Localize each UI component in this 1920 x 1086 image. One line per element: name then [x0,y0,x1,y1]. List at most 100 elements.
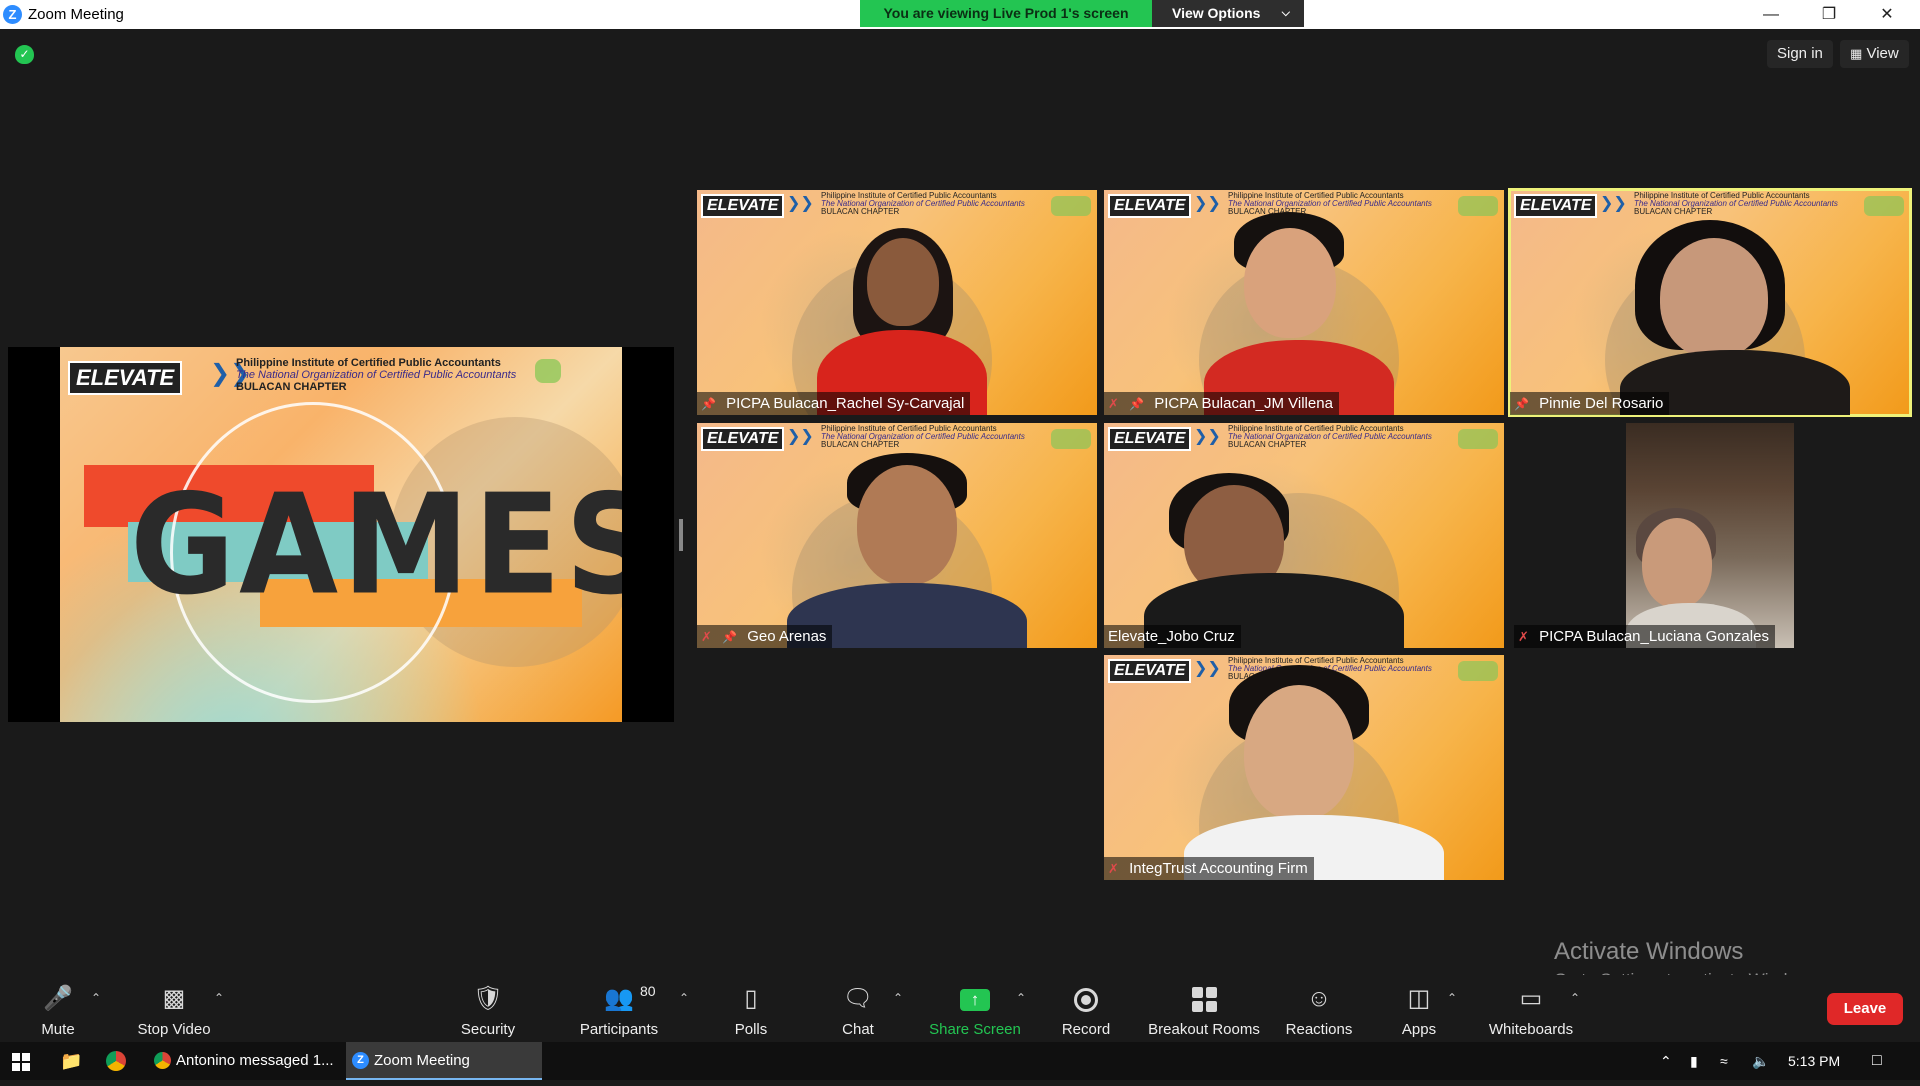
video-tile[interactable]: ELEVATE ❯❯ Philippine Institute of Certi… [697,190,1097,415]
encryption-shield-icon[interactable]: ✓ [15,45,34,64]
smiley-icon: ☺ [1306,985,1332,1012]
pin-icon: 📌 [701,397,716,411]
close-icon[interactable]: ✕ [1858,0,1916,29]
elevate-logo: ELEVATE [701,427,785,451]
mic-muted-icon: ✗ [1518,629,1529,644]
participant-video [1626,423,1794,648]
windows-start-icon[interactable] [12,1053,30,1071]
wifi-icon[interactable]: ≈ [1720,1042,1728,1080]
video-camera-icon: ▩ [162,985,186,1012]
panel-splitter-handle[interactable] [679,519,683,551]
meeting-toolbar: 🎤 Mute ⌃ ▩ Stop Video ⌃ 🛡 Security 👥 Par… [0,975,1920,1042]
record-button[interactable]: Record [1056,975,1116,1038]
minimize-icon[interactable]: — [1742,0,1800,29]
grid-view-icon: ▦ [1850,46,1863,61]
chat-options-caret-icon[interactable]: ⌃ [893,991,903,1005]
battery-icon[interactable]: ▮ [1690,1042,1698,1080]
share-options-caret-icon[interactable]: ⌃ [1016,991,1026,1005]
breakout-rooms-button[interactable]: Breakout Rooms [1144,975,1264,1038]
chrome-icon[interactable] [106,1042,128,1080]
video-options-caret-icon[interactable]: ⌃ [214,991,224,1005]
tray-chevron-up-icon[interactable]: ⌃ [1660,1042,1672,1080]
apps-button[interactable]: ◫ Apps [1396,975,1442,1038]
participant-count-badge: 80 [640,983,656,999]
pin-icon: 📌 [722,630,738,644]
participants-options-caret-icon[interactable]: ⌃ [679,991,689,1005]
mic-muted-icon: ✗ [701,629,712,644]
apps-options-caret-icon[interactable]: ⌃ [1447,991,1457,1005]
leave-button[interactable]: Leave [1827,993,1903,1025]
view-label: View [1866,45,1899,62]
share-screen-arrow-icon: ↑ [960,988,990,1011]
participant-name-tag: ✗ IntegTrust Accounting Firm [1104,857,1314,880]
zoom-icon: Z [3,5,22,24]
chrome-icon [154,1052,171,1069]
chat-button[interactable]: 🗨 Chat [832,975,884,1038]
mute-button[interactable]: 🎤 Mute [28,975,88,1038]
whiteboards-button[interactable]: ▭ Whiteboards [1484,975,1578,1038]
record-icon [1074,987,1098,1012]
view-button[interactable]: ▦ View [1840,40,1909,68]
picpa-logo: ❯❯ [787,428,814,445]
share-screen-button[interactable]: ↑ Share Screen [926,975,1024,1038]
video-tile[interactable]: ELEVATE ❯❯ Philippine Institute of Certi… [1104,190,1504,415]
chevron-down-icon: ⌵ [1281,7,1290,19]
video-tile[interactable]: ELEVATE ❯❯ Philippine Institute of Certi… [1104,423,1504,648]
volume-icon[interactable]: 🔈 [1752,1042,1769,1080]
video-tile[interactable]: ELEVATE ❯❯ Philippine Institute of Certi… [1104,655,1504,880]
polls-chart-icon: ▯ [744,985,758,1012]
view-options-button[interactable]: View Options ⌵ [1152,0,1304,27]
whiteboard-icon: ▭ [1519,985,1543,1012]
polls-button[interactable]: ▯ Polls [725,975,777,1038]
pin-icon: 📌 [1514,397,1529,411]
picpa-logo: ❯❯ [1194,660,1221,677]
sign-in-button[interactable]: Sign in [1767,40,1833,68]
security-shield-icon: 🛡 [472,985,504,1012]
shared-screen: ELEVATE ❯❯ Philippine Institute of Certi… [8,347,674,722]
slide-title: GAMES [130,465,622,626]
participant-name-tag: Elevate_Jobo Cruz [1104,625,1241,648]
apps-icon: ◫ [1407,985,1431,1012]
picpa-logo: ❯❯ [787,195,814,212]
participant-name-tag: ✗ 📌 PICPA Bulacan_JM Villena [1104,392,1339,415]
elevate-logo: ELEVATE [701,194,785,218]
notifications-icon[interactable]: □ [1872,1042,1882,1080]
stop-video-button[interactable]: ▩ Stop Video [130,975,218,1038]
file-explorer-icon[interactable]: 📁 [60,1042,82,1080]
elevate-logo: ELEVATE [1514,194,1598,218]
picpa-logo: ❯❯ [1600,195,1627,212]
mic-muted-icon: ✗ [1108,861,1119,876]
chat-bubble-icon: 🗨 [842,985,874,1012]
reactions-button[interactable]: ☺ Reactions [1280,975,1358,1038]
audio-options-caret-icon[interactable]: ⌃ [91,991,101,1005]
participant-name-tag: ✗ PICPA Bulacan_Luciana Gonzales [1514,625,1775,648]
pin-icon: 📌 [1129,397,1145,411]
mic-muted-icon: ✗ [1108,396,1119,411]
taskbar-clock[interactable]: 5:13 PM [1788,1042,1840,1080]
picpa-logo: ❯❯ [1194,428,1221,445]
security-button[interactable]: 🛡 Security [448,975,528,1038]
elevate-logo: ELEVATE [1108,659,1192,683]
title-bar: Z Zoom Meeting You are viewing Live Prod… [0,0,1920,29]
shared-slide: ELEVATE ❯❯ Philippine Institute of Certi… [60,347,622,722]
whiteboard-options-caret-icon[interactable]: ⌃ [1570,991,1580,1005]
video-tile[interactable]: ✗ PICPA Bulacan_Luciana Gonzales [1514,423,1914,648]
restore-icon[interactable]: ❐ [1800,0,1858,29]
picpa-logo: ❯❯ [1194,195,1221,212]
view-options-label: View Options [1172,5,1261,21]
elevate-logo: ELEVATE [68,361,183,395]
participant-name-tag: ✗ 📌 Geo Arenas [697,625,833,648]
video-tile-active-speaker[interactable]: ELEVATE ❯❯ Philippine Institute of Certi… [1508,188,1912,417]
participant-name-tag: 📌 PICPA Bulacan_Rachel Sy-Carvajal [697,392,971,415]
bizcon-logo [535,359,562,383]
video-tile[interactable]: ELEVATE ❯❯ Philippine Institute of Certi… [697,423,1097,648]
elevate-logo: ELEVATE [1108,427,1192,451]
elevate-logo: ELEVATE [1108,194,1192,218]
microphone-icon: 🎤 [43,985,73,1012]
breakout-rooms-grid-icon [1191,987,1217,1013]
taskbar-app-zoom[interactable]: Z Zoom Meeting [346,1042,542,1080]
window-title: Zoom Meeting [28,6,124,23]
slide-org-text: Philippine Institute of Certified Public… [236,357,517,393]
zoom-icon: Z [352,1052,369,1069]
taskbar-app-chrome[interactable]: Antonino messaged 1... [148,1042,338,1080]
